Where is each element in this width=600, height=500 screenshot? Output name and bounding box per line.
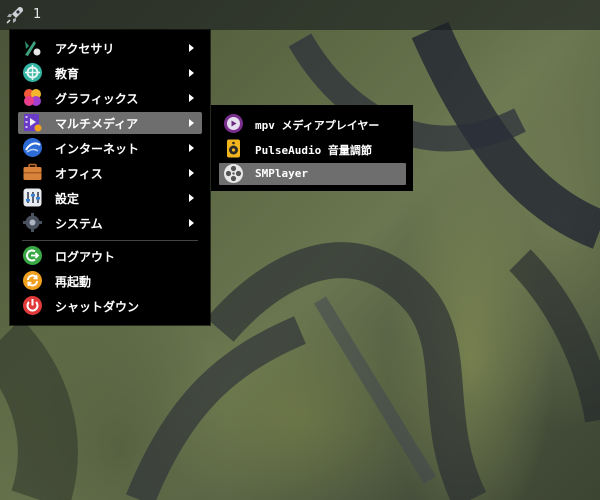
accessories-icon <box>22 37 43 58</box>
film-reel-icon <box>223 163 244 184</box>
office-icon <box>22 162 43 183</box>
submenu-item-pulseaudio[interactable]: PulseAudio 音量調節 <box>219 138 406 160</box>
mpv-icon <box>223 113 244 134</box>
restart-icon <box>22 270 43 291</box>
menu-item-label: グラフィックス <box>55 92 139 106</box>
education-icon <box>22 62 43 83</box>
chevron-right-icon <box>189 194 194 202</box>
menu-separator <box>22 240 198 241</box>
speaker-icon <box>223 138 244 159</box>
graphics-icon <box>22 87 43 108</box>
workspace-indicator[interactable]: 1 <box>33 7 41 22</box>
settings-icon <box>22 187 43 208</box>
menu-item-multimedia[interactable]: マルチメディア <box>18 112 202 134</box>
submenu-item-label: SMPlayer <box>255 167 308 180</box>
menu-item-label: 教育 <box>55 67 80 81</box>
menu-item-label: システム <box>55 217 103 231</box>
menu-item-system[interactable]: システム <box>18 212 202 234</box>
chevron-right-icon <box>189 219 194 227</box>
menu-item-shutdown[interactable]: シャットダウン <box>18 295 202 317</box>
menu-item-logout[interactable]: ログアウト <box>18 245 202 267</box>
rocket-icon[interactable] <box>4 4 26 26</box>
submenu-item-mpv[interactable]: mpv メディアプレイヤー <box>219 113 406 135</box>
chevron-right-icon <box>189 144 194 152</box>
menu-item-education[interactable]: 教育 <box>18 62 202 84</box>
application-menu: アクセサリ 教育 グラフィックス マルチメディア インターネット オフィス 設定… <box>10 30 210 325</box>
menu-item-office[interactable]: オフィス <box>18 162 202 184</box>
multimedia-icon <box>22 112 43 133</box>
menu-item-label: シャットダウン <box>55 300 140 314</box>
menu-item-internet[interactable]: インターネット <box>18 137 202 159</box>
submenu-item-smplayer[interactable]: SMPlayer <box>219 163 406 185</box>
shutdown-icon <box>22 295 43 316</box>
menu-item-graphics[interactable]: グラフィックス <box>18 87 202 109</box>
logout-icon <box>22 245 43 266</box>
menu-item-label: インターネット <box>55 142 140 156</box>
top-panel: 1 <box>0 0 600 30</box>
submenu-item-label: PulseAudio 音量調節 <box>255 144 372 157</box>
menu-item-label: ログアウト <box>55 250 116 264</box>
system-icon <box>22 212 43 233</box>
chevron-right-icon <box>189 69 194 77</box>
menu-item-settings[interactable]: 設定 <box>18 187 202 209</box>
menu-item-label: 再起動 <box>55 275 92 289</box>
internet-icon <box>22 137 43 158</box>
submenu-item-label: mpv メディアプレイヤー <box>255 119 380 132</box>
chevron-right-icon <box>189 94 194 102</box>
menu-item-label: オフィス <box>55 167 103 181</box>
multimedia-submenu: mpv メディアプレイヤー PulseAudio 音量調節 SMPlayer <box>211 105 413 191</box>
menu-item-label: アクセサリ <box>55 42 115 56</box>
menu-item-label: マルチメディア <box>55 117 139 131</box>
menu-item-accessories[interactable]: アクセサリ <box>18 37 202 59</box>
menu-item-restart[interactable]: 再起動 <box>18 270 202 292</box>
chevron-right-icon <box>189 119 194 127</box>
chevron-right-icon <box>189 169 194 177</box>
menu-item-label: 設定 <box>55 192 80 206</box>
chevron-right-icon <box>189 44 194 52</box>
